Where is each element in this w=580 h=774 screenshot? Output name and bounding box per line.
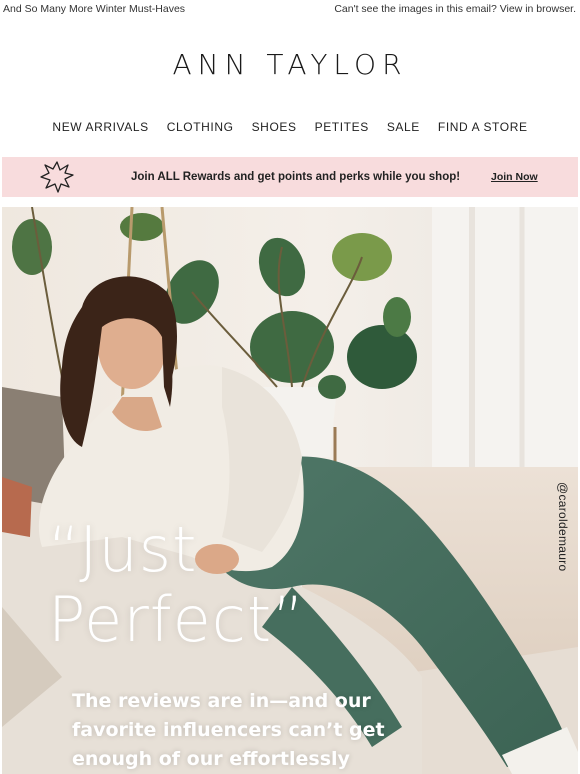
influencer-credit: @caroldemauro [556,482,570,572]
starburst-icon [40,161,74,193]
nav-find-a-store[interactable]: FIND A STORE [438,120,528,134]
hero-subcopy: The reviews are in—and our favorite infl… [72,690,385,770]
rewards-banner[interactable]: Join ALL Rewards and get points and perk… [2,157,578,197]
logo-header: ANN TAYLOR [0,18,580,96]
nav-clothing[interactable]: CLOTHING [167,120,234,134]
main-nav: NEW ARRIVALS CLOTHING SHOES PETITES SALE… [0,96,580,146]
preheader: And So Many More Winter Must-Haves Can't… [0,0,580,18]
nav-new-arrivals[interactable]: NEW ARRIVALS [52,120,148,134]
nav-shoes[interactable]: SHOES [252,120,297,134]
hero-image[interactable]: @caroldemauro “Just Perfect” The reviews… [2,207,578,774]
nav-sale[interactable]: SALE [387,120,420,134]
nav-petites[interactable]: PETITES [315,120,369,134]
hero-headline: “Just Perfect” [48,515,305,655]
headline-line-1: “Just [48,513,198,586]
view-in-browser-link[interactable]: Can't see the images in this email? View… [334,3,576,15]
preheader-tagline: And So Many More Winter Must-Haves [3,3,186,15]
rewards-message: Join ALL Rewards and get points and perk… [131,171,461,183]
join-now-link[interactable]: Join Now [491,157,538,197]
ann-taylor-logo[interactable]: ANN TAYLOR [172,48,407,81]
headline-line-2: Perfect” [48,583,306,656]
